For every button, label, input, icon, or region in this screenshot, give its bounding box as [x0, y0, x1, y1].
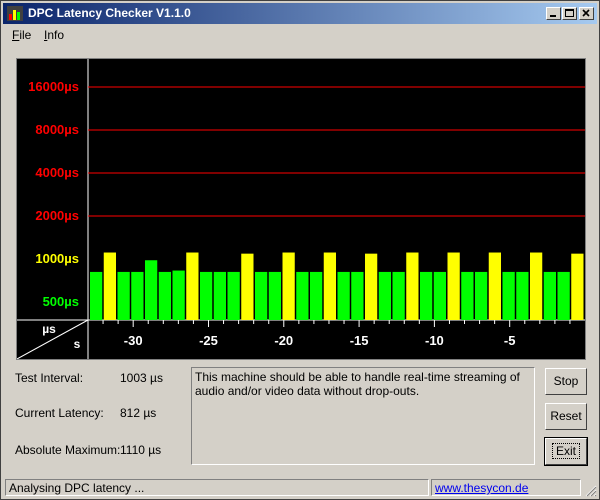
app-bars-icon	[7, 6, 23, 21]
x-tick-label: -25	[199, 333, 218, 348]
latency-bar	[461, 271, 474, 320]
menu-info-label: nfo	[47, 28, 65, 42]
latency-bar	[90, 271, 103, 320]
y-tick-label: 8000µs	[35, 122, 79, 137]
result-message: This machine should be able to handle re…	[195, 370, 520, 398]
latency-bar	[103, 252, 116, 320]
latency-bar	[516, 271, 529, 320]
minimize-button[interactable]	[546, 7, 561, 20]
latency-bar	[337, 271, 350, 320]
menu-file[interactable]: File	[12, 28, 31, 42]
latency-bar	[488, 252, 501, 320]
reset-button[interactable]: Reset	[545, 403, 587, 430]
maximize-button[interactable]	[562, 7, 577, 20]
result-message-panel: This machine should be able to handle re…	[191, 367, 535, 465]
latency-bar	[227, 271, 240, 320]
exit-button-label: Exit	[551, 443, 580, 459]
x-tick-label: -20	[274, 333, 293, 348]
menu-file-label: ile	[19, 28, 32, 42]
close-icon	[582, 9, 590, 17]
latency-bar	[282, 252, 295, 320]
title-bar[interactable]: DPC Latency Checker V1.1.0	[3, 3, 597, 24]
stop-button-label: Stop	[553, 374, 579, 388]
latency-chart-svg: 16000µs 8000µs 4000µs 2000µs 1000µs 500µs -30 -…	[17, 59, 585, 359]
latency-bar	[502, 271, 515, 320]
latency-bar	[475, 271, 488, 320]
latency-bar	[351, 271, 364, 320]
maximize-icon	[565, 9, 574, 17]
status-link-pane: www.thesycon.de	[431, 479, 581, 496]
latency-bar	[200, 271, 213, 320]
latency-bar	[543, 271, 556, 320]
latency-bar	[186, 252, 199, 320]
status-bar: Analysing DPC latency ... www.thesycon.d…	[3, 479, 597, 497]
latency-bar	[447, 252, 460, 320]
latency-bar	[365, 253, 378, 320]
absolute-maximum-value: 1110 µs	[120, 443, 162, 457]
exit-button[interactable]: Exit	[544, 437, 588, 466]
app-window: DPC Latency Checker V1.1.0 File Info 160…	[0, 0, 600, 500]
y-tick-label: 500µs	[43, 294, 79, 309]
latency-bar	[406, 252, 419, 320]
latency-bar	[172, 270, 185, 320]
latency-bar	[241, 253, 254, 320]
y-unit-label: µs	[42, 322, 56, 336]
latency-bar	[255, 271, 268, 320]
menu-bar: File Info	[3, 26, 597, 45]
stop-button[interactable]: Stop	[545, 368, 587, 395]
latency-bar	[117, 271, 130, 320]
latency-bar	[571, 253, 584, 320]
latency-bar	[213, 271, 226, 320]
absolute-maximum-label: Absolute Maximum:	[15, 443, 121, 457]
latency-bar	[323, 252, 336, 320]
resize-grip-icon[interactable]	[585, 485, 597, 497]
y-tick-label: 1000µs	[35, 251, 79, 266]
latency-bar	[392, 271, 405, 320]
latency-bar	[310, 271, 323, 320]
x-tick-label: -15	[350, 333, 369, 348]
latency-bar	[268, 271, 281, 320]
y-tick-label: 4000µs	[35, 165, 79, 180]
reset-button-label: Reset	[550, 409, 582, 423]
x-tick-label: -30	[124, 333, 143, 348]
website-link[interactable]: www.thesycon.de	[435, 481, 528, 495]
latency-bar	[530, 252, 543, 320]
menu-info[interactable]: Info	[44, 28, 64, 42]
close-button[interactable]	[579, 7, 594, 20]
x-tick-label: -10	[425, 333, 444, 348]
latency-bar	[557, 271, 570, 320]
latency-chart: 16000µs 8000µs 4000µs 2000µs 1000µs 500µs -30 -…	[16, 58, 586, 360]
current-latency-label: Current Latency:	[15, 406, 104, 420]
window-title: DPC Latency Checker V1.1.0	[28, 6, 191, 20]
latency-bar	[296, 271, 309, 320]
minimize-icon	[550, 15, 556, 17]
latency-bar	[131, 271, 144, 320]
y-tick-label: 16000µs	[28, 79, 79, 94]
latency-bar	[420, 271, 433, 320]
y-tick-label: 2000µs	[35, 208, 79, 223]
latency-bar	[433, 271, 446, 320]
x-unit-label: s	[74, 337, 81, 351]
test-interval-value: 1003 µs	[120, 371, 163, 385]
latency-bar	[378, 271, 391, 320]
latency-bar	[145, 260, 158, 320]
test-interval-label: Test Interval:	[15, 371, 84, 385]
current-latency-value: 812 µs	[120, 406, 157, 420]
status-text: Analysing DPC latency ...	[9, 481, 145, 495]
status-text-pane: Analysing DPC latency ...	[5, 479, 429, 496]
x-tick-label: -5	[504, 333, 516, 348]
latency-bar	[158, 271, 171, 320]
